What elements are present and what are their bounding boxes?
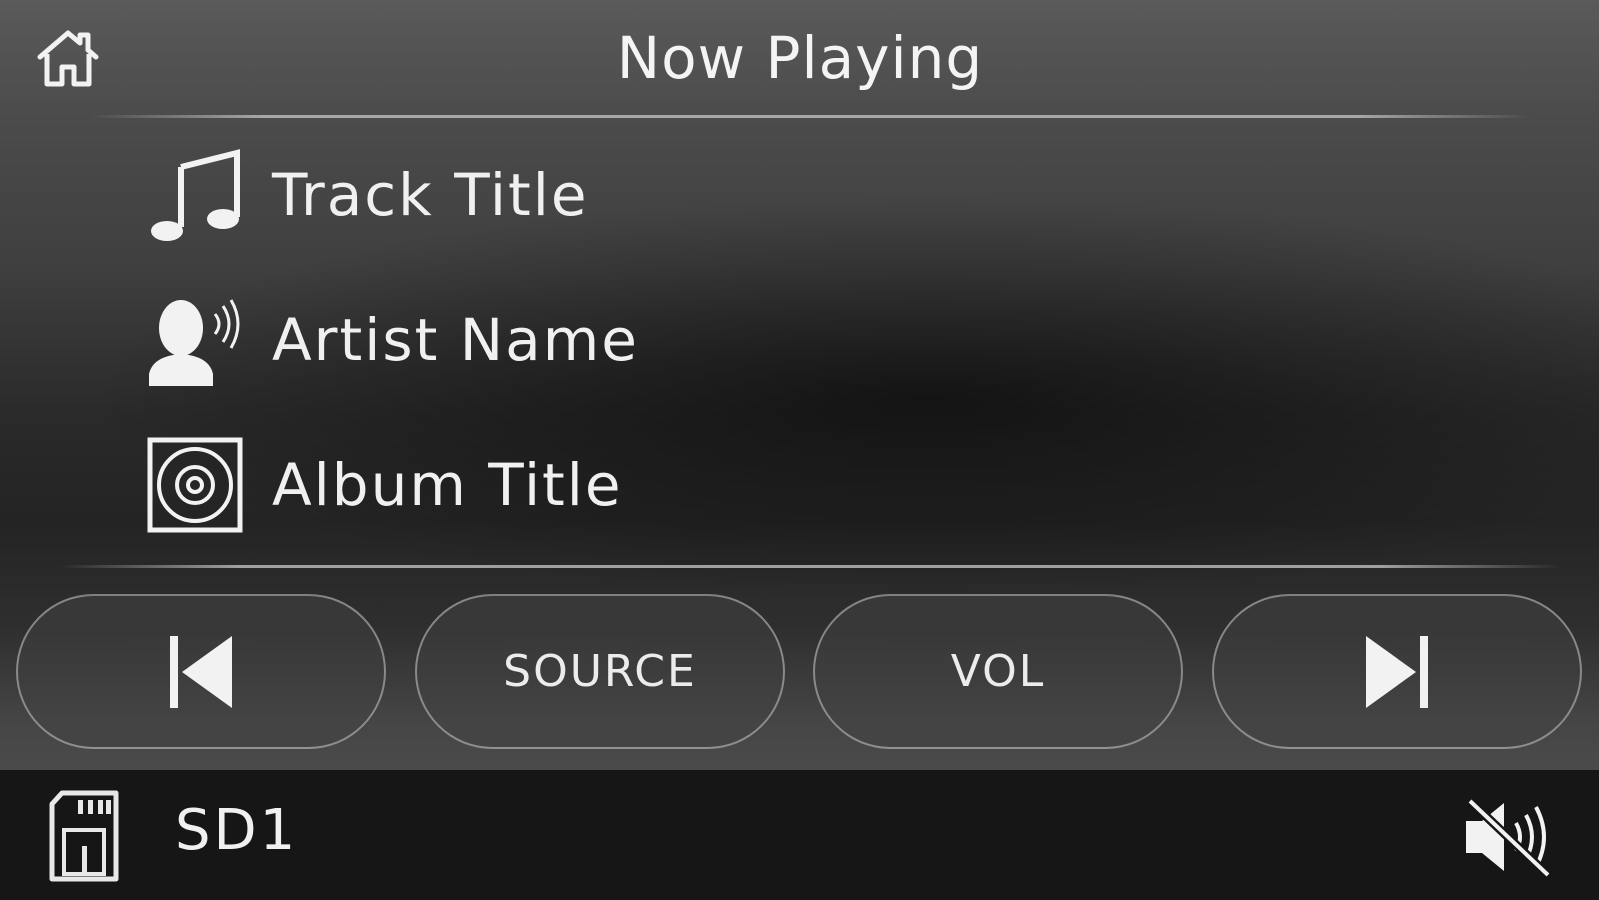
mute-button[interactable] <box>1460 792 1560 882</box>
page-title: Now Playing <box>616 24 984 92</box>
home-button[interactable] <box>30 22 106 94</box>
track-title: Track Title <box>272 161 589 229</box>
volume-button[interactable]: VOL <box>813 594 1183 749</box>
current-source-label: SD1 <box>175 798 299 863</box>
source-button[interactable]: SOURCE <box>415 594 785 749</box>
album-title: Album Title <box>272 451 623 519</box>
previous-track-button[interactable] <box>16 594 386 749</box>
artist-icon <box>140 285 250 395</box>
volume-button-label: VOL <box>950 646 1046 697</box>
artist-info-row: Artist Name <box>140 285 639 395</box>
album-disc-icon <box>140 430 250 540</box>
skip-next-icon <box>1366 635 1428 708</box>
sd-card-icon <box>49 790 119 882</box>
music-note-icon <box>140 140 250 250</box>
status-bar: SD1 <box>0 770 1599 900</box>
next-track-button[interactable] <box>1212 594 1582 749</box>
album-info-row: Album Title <box>140 430 623 540</box>
controls-divider <box>60 565 1560 568</box>
track-info-row: Track Title <box>140 140 589 250</box>
speaker-muted-icon <box>1466 797 1552 879</box>
header-divider <box>90 115 1530 118</box>
home-icon <box>37 30 99 87</box>
artist-name: Artist Name <box>272 306 639 374</box>
skip-previous-icon <box>170 635 232 708</box>
main-area: Now Playing Track Title Artist Name Albu… <box>0 0 1599 770</box>
source-button-label: SOURCE <box>503 646 697 697</box>
now-playing-screen: Now Playing Track Title Artist Name Albu… <box>0 0 1599 900</box>
